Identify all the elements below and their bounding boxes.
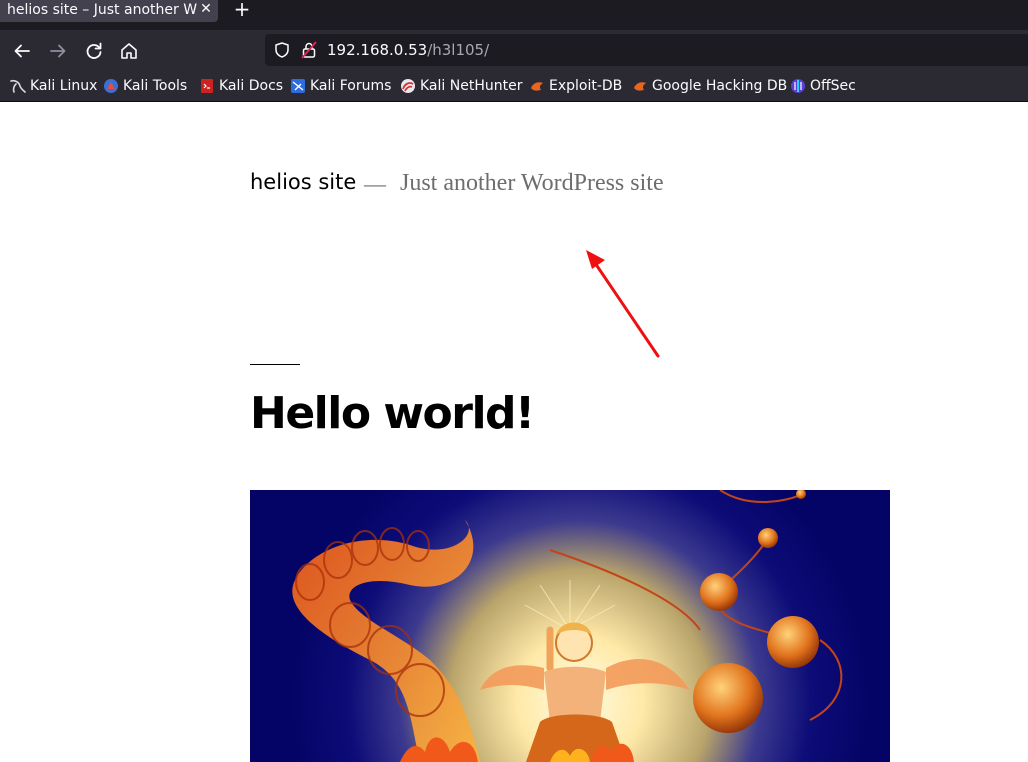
- annotation-arrow: [578, 244, 668, 364]
- featured-image[interactable]: [250, 490, 890, 762]
- kali-forums-icon: [290, 78, 306, 94]
- address-bar[interactable]: 192.168.0.53/h3l105/: [265, 34, 1028, 66]
- back-icon[interactable]: [11, 40, 33, 62]
- browser-tab[interactable]: helios site – Just another WordPress sit…: [0, 0, 218, 22]
- bookmark-google-hacking-db[interactable]: Google Hacking DB: [632, 76, 787, 96]
- bookmark-kali-tools[interactable]: Kali Tools: [103, 76, 187, 96]
- tab-title: helios site – Just another WordPress sit…: [7, 2, 197, 18]
- kali-nethunter-icon: [400, 78, 416, 94]
- kali-tools-icon: [103, 78, 119, 94]
- tab-close-icon[interactable]: ✕: [198, 0, 214, 18]
- bookmark-offsec[interactable]: OffSec: [790, 76, 856, 96]
- bookmarks-toolbar: Kali Linux Kali Tools Kali Docs Kali For…: [0, 70, 1028, 102]
- insecure-lock-icon[interactable]: [301, 41, 317, 59]
- site-description: Just another WordPress site: [400, 170, 664, 196]
- bookmark-kali-forums[interactable]: Kali Forums: [290, 76, 391, 96]
- kali-dragon-icon: [10, 78, 26, 94]
- site-title-separator: —: [364, 171, 386, 196]
- post-title-link[interactable]: Hello world!: [250, 388, 535, 439]
- home-icon[interactable]: [118, 40, 140, 62]
- navigation-toolbar: 192.168.0.53/h3l105/: [0, 30, 1028, 70]
- bookmark-kali-nethunter[interactable]: Kali NetHunter: [400, 76, 522, 96]
- tab-strip: helios site – Just another WordPress sit…: [0, 0, 1028, 30]
- ghdb-icon: [632, 78, 648, 94]
- exploit-db-icon: [529, 78, 545, 94]
- forward-icon[interactable]: [47, 40, 69, 62]
- offsec-icon: [790, 78, 806, 94]
- url-path: /h3l105/: [427, 41, 490, 59]
- bookmark-exploit-db[interactable]: Exploit-DB: [529, 76, 622, 96]
- url-text: 192.168.0.53/h3l105/: [327, 40, 489, 60]
- url-host: 192.168.0.53: [327, 41, 428, 59]
- tracking-protection-shield-icon[interactable]: [273, 41, 291, 59]
- site-title-link[interactable]: helios site: [250, 170, 356, 194]
- new-tab-icon[interactable]: +: [232, 0, 252, 20]
- reload-icon[interactable]: [83, 40, 105, 62]
- post-separator-rule: [250, 364, 300, 365]
- kali-docs-icon: [199, 78, 215, 94]
- bookmark-kali-docs[interactable]: Kali Docs: [199, 76, 283, 96]
- bookmark-kali-linux[interactable]: Kali Linux: [10, 76, 97, 96]
